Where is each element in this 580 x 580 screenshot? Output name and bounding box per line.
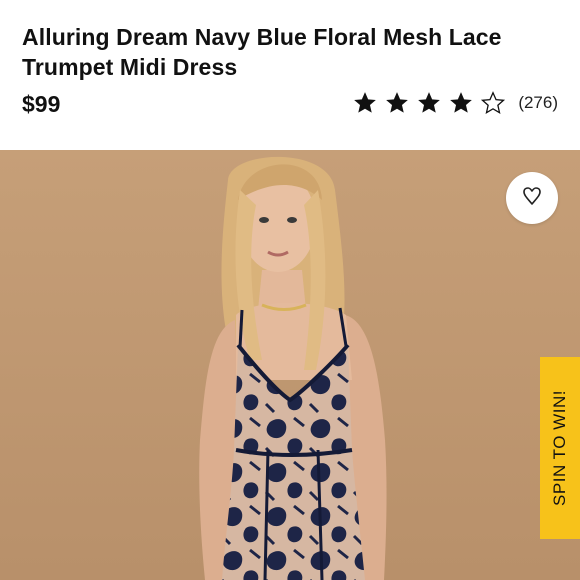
- star-filled-icon: [448, 90, 474, 116]
- product-title: Alluring Dream Navy Blue Floral Mesh Lac…: [22, 22, 562, 82]
- star-filled-icon: [416, 90, 442, 116]
- product-title-line-2: Trumpet Midi Dress: [22, 54, 238, 80]
- product-title-line-1: Alluring Dream Navy Blue Floral Mesh Lac…: [22, 24, 502, 50]
- review-count[interactable]: (276): [518, 93, 558, 113]
- product-image[interactable]: [0, 150, 580, 580]
- rating-stars[interactable]: (276): [352, 90, 558, 116]
- star-filled-icon: [352, 90, 378, 116]
- favorite-button[interactable]: [506, 172, 558, 224]
- heart-icon: [520, 184, 544, 213]
- model-photo: [0, 150, 580, 580]
- spin-to-win-label: SPIN TO WIN!: [550, 390, 570, 506]
- product-price: $99: [22, 91, 61, 117]
- star-empty-icon: [480, 90, 506, 116]
- spin-to-win-tab[interactable]: SPIN TO WIN!: [540, 357, 580, 539]
- product-header: Alluring Dream Navy Blue Floral Mesh Lac…: [0, 0, 580, 150]
- star-filled-icon: [384, 90, 410, 116]
